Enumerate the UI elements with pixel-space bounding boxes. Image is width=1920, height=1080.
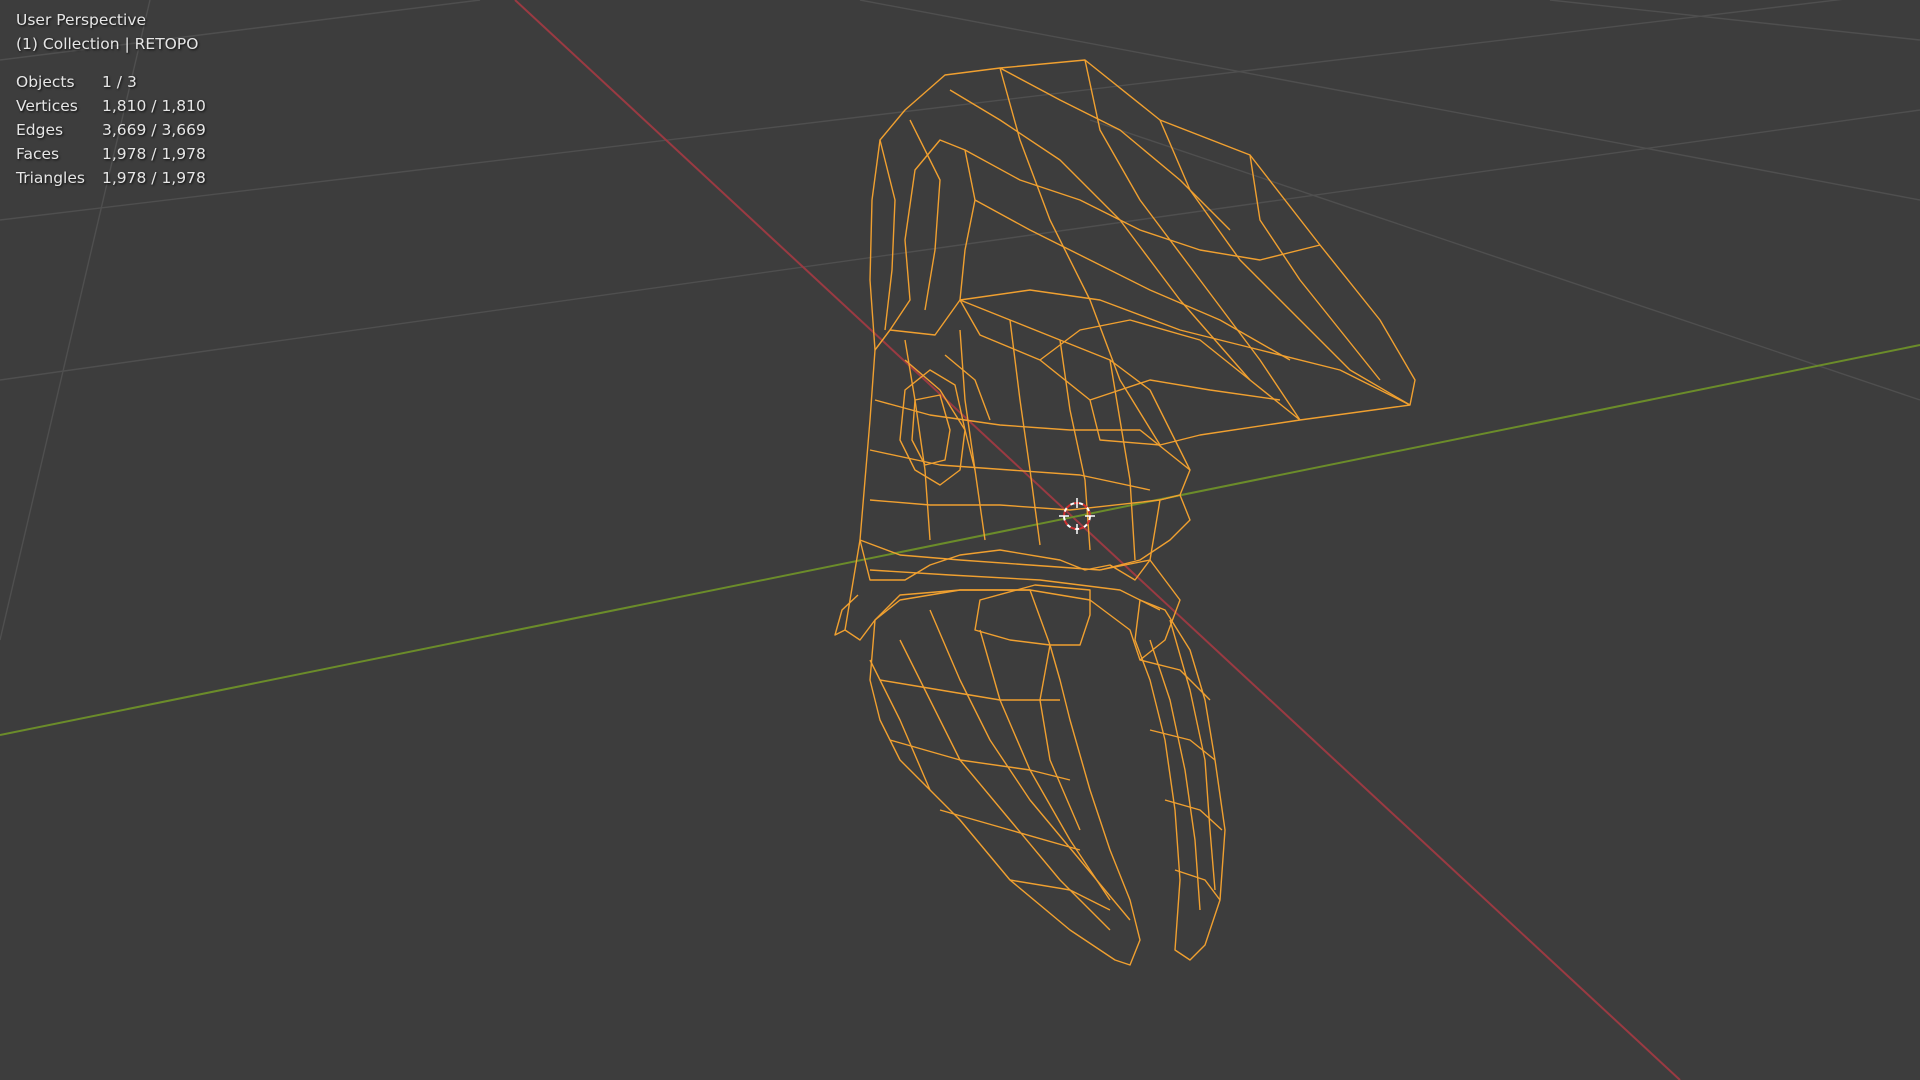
view-name-label: User Perspective xyxy=(16,11,147,29)
stat-row-objects: Objects 1 / 3 xyxy=(16,70,206,94)
stat-label: Faces xyxy=(16,145,60,163)
stat-row-edges: Edges 3,669 / 3,669 xyxy=(16,118,206,142)
helmet-wireframe-mesh[interactable] xyxy=(834,59,1416,966)
stat-row-vertices: Vertices 1,810 / 1,810 xyxy=(16,94,206,118)
stat-value: 1,978 / 1,978 xyxy=(102,169,206,187)
collection-label: (1) Collection | RETOPO xyxy=(16,35,199,53)
scene-statistics: Objects 1 / 3 Vertices 1,810 / 1,810 Edg… xyxy=(16,70,206,190)
stat-row-triangles: Triangles 1,978 / 1,978 xyxy=(16,166,206,190)
stat-label: Edges xyxy=(16,121,64,139)
y-axis-line xyxy=(0,344,1920,736)
stat-label: Triangles xyxy=(16,169,85,187)
stat-value: 1 / 3 xyxy=(102,73,137,91)
viewport-canvas[interactable] xyxy=(0,0,1920,1080)
stat-value: 3,669 / 3,669 xyxy=(102,121,206,139)
viewport-info-overlay: User Perspective (1) Collection | RETOPO… xyxy=(16,8,206,190)
stat-row-faces: Faces 1,978 / 1,978 xyxy=(16,142,206,166)
3d-viewport[interactable]: User Perspective (1) Collection | RETOPO… xyxy=(0,0,1920,1080)
stat-label: Vertices xyxy=(16,97,78,115)
stat-value: 1,978 / 1,978 xyxy=(102,145,206,163)
stat-label: Objects xyxy=(16,73,75,91)
stat-value: 1,810 / 1,810 xyxy=(102,97,206,115)
